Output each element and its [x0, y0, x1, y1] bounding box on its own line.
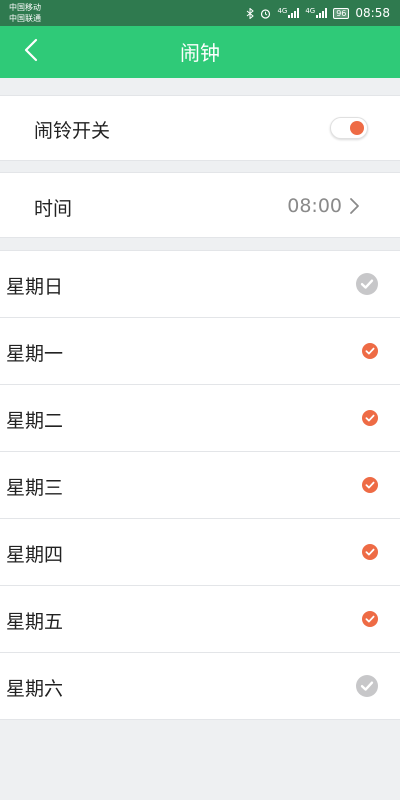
day-row-saturday[interactable]: 星期六	[0, 653, 400, 720]
day-label: 星期六	[6, 678, 64, 700]
signal-icon-1	[288, 8, 300, 18]
check-circle-icon	[362, 410, 378, 426]
carrier-2: 中国联通	[9, 14, 41, 23]
day-label: 星期二	[6, 410, 64, 432]
day-label: 星期一	[6, 343, 64, 365]
status-bar: 中国移动 中国联通 4G 4G 96 08:58	[0, 0, 400, 26]
alarm-switch-label: 闹铃开关	[34, 120, 111, 142]
page-title: 闹钟	[180, 41, 220, 65]
app-header: 闹钟	[0, 26, 400, 78]
battery-icon: 96	[333, 7, 350, 19]
chevron-right-icon	[350, 198, 359, 214]
check-circle-icon	[362, 544, 378, 560]
day-row-tuesday[interactable]: 星期二	[0, 385, 400, 452]
signal-icon-2	[316, 8, 328, 18]
toggle-knob	[350, 121, 364, 135]
time-value: 08:00	[287, 195, 342, 217]
check-circle-icon	[356, 273, 378, 295]
time-row[interactable]: 时间 08:00	[0, 172, 400, 238]
network-type-2: 4G	[305, 7, 316, 15]
day-label: 星期日	[6, 276, 64, 298]
day-label: 星期三	[6, 477, 64, 499]
status-time: 08:58	[355, 6, 390, 20]
network-type-1: 4G	[277, 7, 288, 15]
status-icons: 4G 4G 96 08:58	[246, 6, 390, 20]
day-label: 星期五	[6, 611, 64, 633]
carrier-1: 中国移动	[9, 3, 41, 12]
day-row-wednesday[interactable]: 星期三	[0, 452, 400, 519]
bluetooth-icon	[247, 7, 255, 19]
day-row-sunday[interactable]: 星期日	[0, 251, 400, 318]
day-row-monday[interactable]: 星期一	[0, 318, 400, 385]
alarm-clock-icon	[261, 8, 271, 19]
day-row-friday[interactable]: 星期五	[0, 586, 400, 653]
check-circle-icon	[362, 611, 378, 627]
check-circle-icon	[356, 675, 378, 697]
alarm-switch-row: 闹铃开关	[0, 95, 400, 161]
check-circle-icon	[362, 343, 378, 359]
day-row-thursday[interactable]: 星期四	[0, 519, 400, 586]
time-label: 时间	[34, 198, 73, 220]
day-label: 星期四	[6, 544, 64, 566]
alarm-toggle[interactable]	[330, 117, 368, 139]
carrier-info: 中国移动 中国联通	[9, 2, 41, 24]
check-circle-icon	[362, 477, 378, 493]
weekday-list: 星期日 星期一 星期二 星期三 星期四 星期五 星期六	[0, 250, 400, 720]
